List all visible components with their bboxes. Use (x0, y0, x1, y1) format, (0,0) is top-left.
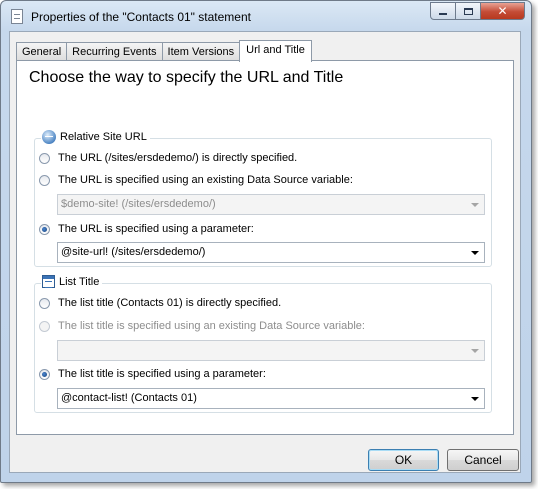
radio-list-title-direct[interactable]: The list title (Contacts 01) is directly… (39, 297, 281, 309)
radio-button[interactable] (39, 320, 50, 332)
radio-button[interactable] (39, 152, 50, 164)
maximize-button[interactable] (456, 2, 481, 20)
list-title-variable-select[interactable] (57, 340, 485, 361)
dialog-content: General Recurring Events Item Versions U… (9, 31, 521, 473)
tab-strip: General Recurring Events Item Versions U… (16, 40, 312, 62)
radio-label: The URL is specified using a parameter: (58, 223, 254, 235)
radio-list-title-variable[interactable]: The list title is specified using an exi… (39, 320, 365, 332)
maximize-icon (463, 7, 473, 15)
tab-recurring-events[interactable]: Recurring Events (66, 42, 163, 61)
ok-button[interactable]: OK (368, 449, 439, 471)
close-button[interactable]: ✕ (481, 2, 525, 20)
properties-dialog: Properties of the "Contacts 01" statemen… (0, 0, 532, 483)
chevron-down-icon (471, 203, 479, 207)
chevron-down-icon (471, 251, 479, 255)
minimize-icon (439, 13, 447, 15)
radio-label: The URL is specified using an existing D… (58, 174, 353, 186)
minimize-button[interactable] (430, 2, 456, 20)
globe-icon (42, 130, 56, 144)
radio-label: The URL (/sites/ersdedemo/) is directly … (58, 152, 298, 164)
chevron-down-icon (471, 349, 479, 353)
group-legend-site-url: Relative Site URL (41, 130, 150, 144)
caption-buttons: ✕ (430, 2, 525, 20)
tab-item-versions[interactable]: Item Versions (161, 42, 241, 61)
radio-label: The list title is specified using a para… (58, 368, 266, 380)
chevron-down-icon (471, 397, 479, 401)
document-icon (11, 9, 23, 24)
radio-button[interactable] (39, 368, 50, 380)
group-list-title: List Title The list title (Contacts 01) … (34, 275, 492, 413)
radio-list-title-parameter[interactable]: The list title is specified using a para… (39, 368, 266, 380)
tab-general[interactable]: General (16, 42, 68, 61)
site-url-parameter-select[interactable]: @site-url! (/sites/ersdedemo/) (57, 242, 485, 263)
radio-button[interactable] (39, 297, 50, 309)
list-title-parameter-select[interactable]: @contact-list! (Contacts 01) (57, 388, 485, 409)
select-value: @site-url! (/sites/ersdedemo/) (61, 246, 206, 258)
window-title: Properties of the "Contacts 01" statemen… (31, 10, 251, 24)
title-bar[interactable]: Properties of the "Contacts 01" statemen… (1, 1, 531, 31)
cancel-button[interactable]: Cancel (447, 449, 519, 471)
select-value: @contact-list! (Contacts 01) (61, 392, 197, 404)
radio-url-variable[interactable]: The URL is specified using an existing D… (39, 174, 353, 186)
radio-button[interactable] (39, 223, 50, 235)
radio-label: The list title is specified using an exi… (58, 320, 365, 332)
radio-button[interactable] (39, 174, 50, 186)
radio-label: The list title (Contacts 01) is directly… (58, 297, 282, 309)
tab-panel-url-and-title: Choose the way to specify the URL and Ti… (16, 60, 514, 435)
radio-url-parameter[interactable]: The URL is specified using a parameter: (39, 223, 254, 235)
group-title-site-url: Relative Site URL (60, 131, 147, 143)
site-url-variable-select[interactable]: $demo-site! (/sites/ersdedemo/) (57, 194, 485, 215)
radio-url-direct[interactable]: The URL (/sites/ersdedemo/) is directly … (39, 152, 297, 164)
select-value: $demo-site! (/sites/ersdedemo/) (61, 198, 216, 210)
group-legend-list-title: List Title (41, 275, 103, 288)
panel-heading: Choose the way to specify the URL and Ti… (29, 69, 344, 86)
tab-url-and-title[interactable]: Url and Title (239, 40, 312, 62)
group-title-list-title: List Title (59, 275, 100, 288)
close-icon: ✕ (497, 4, 508, 18)
group-relative-site-url: Relative Site URL The URL (/sites/ersded… (34, 130, 492, 267)
list-icon (42, 275, 55, 288)
